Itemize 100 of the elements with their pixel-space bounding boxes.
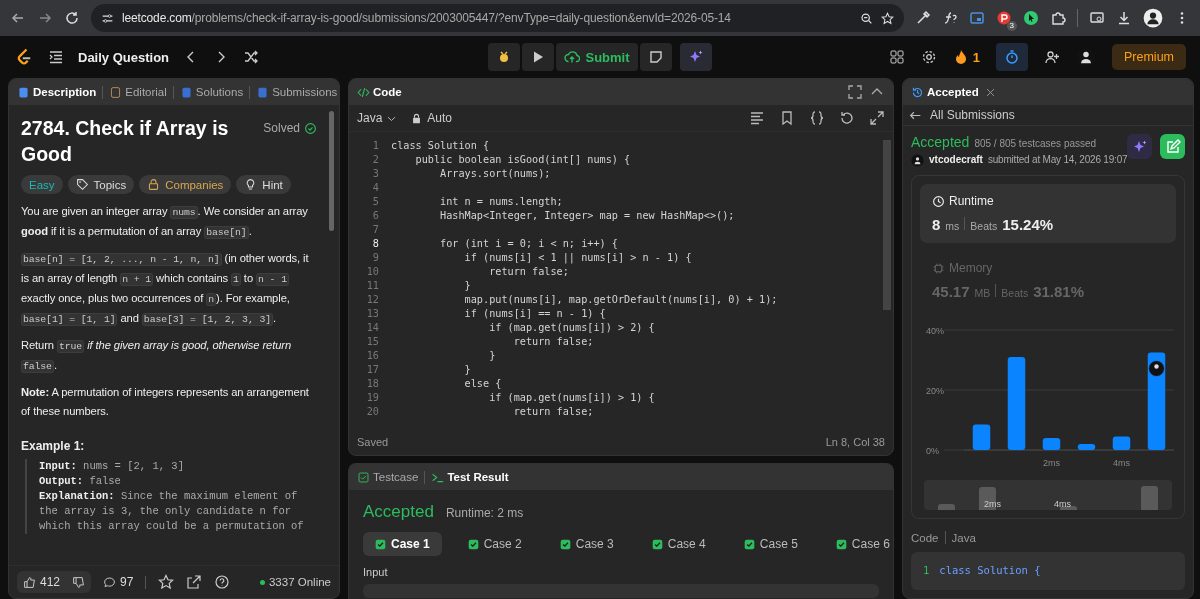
streak-counter[interactable]: 1	[952, 49, 980, 65]
panel-tab[interactable]: Test Result	[431, 470, 509, 484]
navigator-label: 2ms	[984, 499, 1001, 509]
panel-tab[interactable]: Submissions	[256, 85, 338, 99]
checkbox-icon	[651, 538, 663, 550]
zoom-icon[interactable]	[860, 11, 873, 25]
ai-assistant-button[interactable]	[679, 43, 712, 71]
reload-icon[interactable]	[64, 10, 80, 26]
solved-status: Solved	[263, 121, 317, 135]
navigator-bar	[938, 504, 955, 510]
lock-icon	[411, 112, 423, 124]
download-icon[interactable]	[1116, 10, 1132, 26]
code-line: if (map.get(nums[i]) > 2) {	[488, 321, 655, 333]
chart-bar[interactable]	[972, 424, 991, 450]
function-icon[interactable]	[942, 10, 958, 26]
problem-title: 2784. Check if Array is Good	[21, 116, 230, 167]
line-number: 13	[365, 307, 380, 319]
range-navigator[interactable]: 2ms 4ms	[924, 480, 1172, 510]
reset-icon[interactable]	[839, 110, 855, 126]
y-tick-label: 0%	[926, 446, 939, 456]
history-icon	[911, 85, 924, 99]
add-user-icon[interactable]	[1044, 49, 1060, 65]
help-icon[interactable]	[214, 574, 231, 590]
fullscreen-icon[interactable]	[847, 84, 863, 100]
panel-tab[interactable]: Description	[17, 85, 97, 99]
chip-icon	[932, 261, 945, 275]
beats-label: Beats	[970, 220, 998, 232]
difficulty-tag[interactable]: Easy	[21, 175, 63, 194]
example-line: Explanation: Since the maximum element of the array is 3, the only candidate n for which this array could be a permutation of	[39, 489, 305, 534]
window-icon[interactable]	[969, 10, 985, 26]
comments-button[interactable]: 97	[103, 575, 134, 589]
eyedropper-icon[interactable]	[915, 10, 931, 26]
chart-bar[interactable]	[1042, 438, 1061, 450]
timer-button[interactable]	[996, 43, 1028, 71]
tag-button[interactable]: Hint	[236, 175, 291, 194]
edit-button[interactable]	[1160, 134, 1185, 159]
profile-avatar-icon[interactable]	[1143, 8, 1163, 28]
test-case-tab[interactable]: Case 3	[547, 532, 626, 556]
metric-unit: ms	[945, 220, 960, 232]
test-case-tab[interactable]: Case 5	[731, 532, 810, 556]
navigator-bar	[1140, 486, 1158, 510]
navigator-label: 4ms	[1054, 499, 1071, 509]
line-number: 18	[365, 377, 380, 389]
problem-list-title[interactable]: Daily Question	[78, 49, 170, 65]
chart-bar[interactable]	[1112, 436, 1131, 450]
format-icon[interactable]	[749, 110, 765, 126]
metric-value: 45.17	[932, 283, 970, 300]
chart-bar[interactable]	[1007, 357, 1026, 450]
test-case-tab[interactable]: Case 4	[639, 532, 718, 556]
settings-icon[interactable]	[920, 49, 937, 65]
ai-analysis-button[interactable]	[1127, 134, 1152, 159]
line-number: 9	[371, 251, 380, 263]
panel-tab[interactable]: Testcase	[357, 470, 419, 484]
description-paragraph: Note: A permutation of integers represents an arrangement of these numbers.	[21, 385, 310, 419]
expand-icon[interactable]	[869, 110, 885, 126]
code-line: }	[463, 363, 471, 375]
close-icon[interactable]	[984, 86, 996, 98]
panel-tab[interactable]: Editorial	[109, 85, 167, 99]
check-circle-icon	[304, 121, 317, 135]
debug-button[interactable]	[488, 43, 521, 71]
code-line: return false;	[512, 405, 594, 417]
example-line: Input: nums = [2, 1, 3]	[39, 459, 185, 474]
tag-button[interactable]: Companies	[139, 175, 232, 194]
submission-tab[interactable]: Accepted	[911, 85, 979, 99]
metric-label: Runtime	[949, 194, 994, 208]
language-dropdown[interactable]: Java	[357, 111, 398, 125]
tag-button[interactable]: Topics	[67, 175, 135, 194]
line-number: 19	[365, 391, 380, 403]
puzzle-icon[interactable]	[1050, 10, 1066, 26]
site-settings-icon[interactable]	[101, 11, 114, 25]
star-icon[interactable]	[158, 574, 175, 590]
note-icon	[647, 49, 664, 65]
submit-button[interactable]: Submit	[556, 43, 638, 71]
braces-icon[interactable]	[809, 110, 825, 126]
extension-icon[interactable]	[996, 10, 1012, 26]
example-line: Output: false	[39, 474, 122, 489]
test-case-tab[interactable]: Case 6	[823, 532, 893, 556]
test-case-tab[interactable]: Case 2	[455, 532, 534, 556]
shuffle-icon[interactable]	[243, 49, 260, 65]
layout-icon[interactable]	[888, 49, 905, 65]
address-bar[interactable]: leetcode.com/problems/check-if-array-is-good/submissions/2003005447/?envType=daily-question&envId=2026-05-14	[91, 4, 904, 32]
bookmark-icon[interactable]	[779, 110, 795, 126]
media-icon[interactable]	[1089, 10, 1105, 26]
premium-button[interactable]: Premium	[1112, 44, 1186, 70]
line-number: 6	[371, 209, 380, 221]
list-icon[interactable]	[48, 49, 64, 65]
cursor-icon[interactable]	[1023, 10, 1039, 26]
line-number: 2	[371, 153, 380, 165]
checkbox-icon	[559, 538, 571, 550]
test-case-tab[interactable]: Case 1	[363, 532, 442, 556]
run-button[interactable]	[522, 43, 555, 71]
code-line: class Solution {	[391, 139, 490, 151]
metric-card[interactable]: Runtime 8 ms Beats 15.24%	[920, 184, 1176, 243]
note-button[interactable]	[639, 43, 672, 71]
chart-bar[interactable]	[1077, 444, 1096, 450]
username-link[interactable]: vtcodecraft	[929, 154, 983, 165]
all-submissions-link[interactable]: All Submissions	[909, 108, 1015, 122]
star-icon[interactable]	[881, 11, 894, 25]
panel-tab[interactable]: Solutions	[179, 85, 244, 99]
share-icon[interactable]	[186, 574, 203, 590]
